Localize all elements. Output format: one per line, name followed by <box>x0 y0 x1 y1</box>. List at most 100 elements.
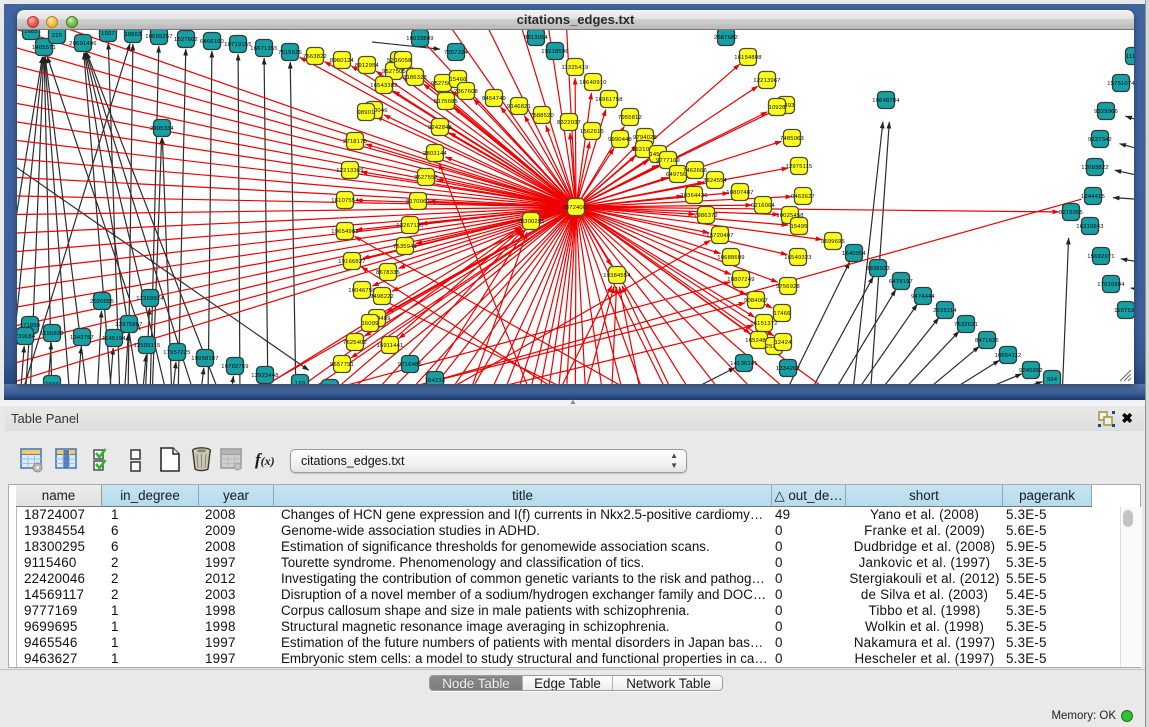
svg-text:6216064: 6216064 <box>751 203 776 209</box>
svg-text:10688609: 10688609 <box>717 255 744 261</box>
svg-text:8960124: 8960124 <box>330 58 355 64</box>
svg-text:16058: 16058 <box>394 58 411 64</box>
svg-text:7663822: 7663822 <box>303 54 327 60</box>
svg-text:2905334: 2905334 <box>150 126 175 132</box>
svg-text:1562615: 1562615 <box>580 129 604 135</box>
svg-text:129: 129 <box>295 381 305 384</box>
svg-text:17016504: 17016504 <box>1097 282 1125 288</box>
svg-text:19218596: 19218596 <box>541 49 568 55</box>
svg-text:1943: 1943 <box>45 382 59 384</box>
svg-text:18640910: 18640910 <box>579 80 606 86</box>
svg-text:12505115: 12505115 <box>134 343 161 349</box>
svg-text:19384554: 19384554 <box>603 273 631 279</box>
svg-text:16033809: 16033809 <box>406 36 433 42</box>
svg-text:17466: 17466 <box>773 311 790 317</box>
svg-text:11325419: 11325419 <box>562 65 589 71</box>
svg-text:8471626: 8471626 <box>975 338 999 344</box>
svg-text:5175685: 5175685 <box>434 99 458 105</box>
svg-text:7462666: 7462666 <box>683 168 707 174</box>
svg-text:12424: 12424 <box>774 340 792 346</box>
svg-text:18807249: 18807249 <box>727 277 754 283</box>
svg-text:9084067: 9084067 <box>744 298 768 304</box>
svg-text:19958187: 19958187 <box>191 356 218 362</box>
svg-text:7535941: 7535941 <box>393 244 417 250</box>
svg-text:1244415: 1244415 <box>1081 194 1105 200</box>
svg-text:16099: 16099 <box>361 321 378 327</box>
svg-text:10655257: 10655257 <box>145 34 172 40</box>
svg-text:12093822: 12093822 <box>1081 165 1108 171</box>
svg-text:10654112: 10654112 <box>995 353 1022 359</box>
svg-text:7485063: 7485063 <box>780 136 804 142</box>
svg-text:16961758: 16961758 <box>595 97 622 103</box>
svg-text:7632621: 7632621 <box>954 322 978 328</box>
svg-text:16210643: 16210643 <box>1076 224 1103 230</box>
svg-text:8454749: 8454749 <box>482 96 506 102</box>
svg-text:2935114: 2935114 <box>933 308 957 314</box>
svg-text:1342757: 1342757 <box>70 335 94 341</box>
svg-text:3824554: 3824554 <box>703 178 728 184</box>
svg-text:10928: 10928 <box>768 105 785 111</box>
svg-text:9699695: 9699695 <box>821 239 845 245</box>
svg-text:8322037: 8322037 <box>557 120 581 126</box>
svg-text:9329966: 9329966 <box>1094 109 1118 115</box>
svg-text:9777169: 9777169 <box>656 158 680 164</box>
svg-text:2687682: 2687682 <box>714 35 738 41</box>
svg-text:9463627: 9463627 <box>791 194 815 200</box>
svg-text:1685: 1685 <box>24 30 38 35</box>
svg-text:18300295: 18300295 <box>517 219 544 225</box>
svg-text:9990448: 9990448 <box>608 137 632 143</box>
svg-text:7515526: 7515526 <box>278 50 302 56</box>
svg-text:9474444: 9474444 <box>911 294 936 300</box>
svg-text:8678335: 8678335 <box>376 270 400 276</box>
svg-text:15495: 15495 <box>790 224 807 230</box>
svg-text:15751074: 15751074 <box>1107 81 1134 87</box>
svg-text:1527602: 1527602 <box>174 37 198 43</box>
svg-text:10648784: 10648784 <box>872 98 900 104</box>
svg-text:1167533: 1167533 <box>1114 308 1134 314</box>
svg-text:16543382: 16543382 <box>370 83 397 89</box>
svg-text:9245652: 9245652 <box>1019 368 1043 374</box>
svg-text:2020655: 2020655 <box>90 299 114 305</box>
svg-text:10807487: 10807487 <box>726 190 753 196</box>
svg-text:9716485: 9716485 <box>398 362 422 368</box>
svg-text:14136141: 14136141 <box>730 361 757 367</box>
svg-text:9242848: 9242848 <box>428 125 452 131</box>
svg-text:13267130: 13267130 <box>396 223 423 229</box>
svg-text:739184: 739184 <box>17 334 36 340</box>
svg-text:16154808: 16154808 <box>734 55 761 61</box>
svg-text:12213967: 12213967 <box>753 78 780 84</box>
svg-text:3627552: 3627552 <box>414 175 438 181</box>
svg-text:11123: 11123 <box>1126 54 1134 60</box>
svg-text:6466160: 6466160 <box>200 39 224 45</box>
svg-text:10719155: 10719155 <box>224 42 251 48</box>
svg-text:16107554: 16107554 <box>331 198 359 204</box>
svg-text:19166827: 19166827 <box>338 259 365 265</box>
svg-text:1937: 1937 <box>101 31 115 37</box>
svg-text:8186328: 8186328 <box>403 75 427 81</box>
svg-text:8215955: 8215955 <box>1059 210 1083 216</box>
svg-text:1640954: 1640954 <box>842 251 867 257</box>
svg-text:7625402: 7625402 <box>343 340 367 346</box>
svg-text:16671355: 16671355 <box>250 46 277 52</box>
svg-text:12975115: 12975115 <box>786 164 813 170</box>
svg-text:7588520: 7588520 <box>530 113 554 119</box>
svg-text:10653: 10653 <box>124 32 141 38</box>
svg-text:19654983: 19654983 <box>331 229 358 235</box>
svg-text:17957225: 17957225 <box>163 350 190 356</box>
svg-text:12923448: 12923448 <box>251 373 278 379</box>
svg-text:16151372: 16151372 <box>750 321 777 327</box>
svg-text:9146821: 9146821 <box>507 104 531 110</box>
svg-text:16911441: 16911441 <box>377 343 404 349</box>
svg-text:17359924: 17359924 <box>136 296 164 302</box>
svg-text:16782759: 16782759 <box>221 364 248 370</box>
svg-text:6479197: 6479197 <box>889 279 913 285</box>
svg-text:215: 215 <box>52 33 62 39</box>
svg-text:7955812: 7955812 <box>618 115 642 121</box>
svg-text:8170061: 8170061 <box>406 199 430 205</box>
svg-text:98901: 98901 <box>357 110 374 116</box>
svg-text:8813054: 8813054 <box>524 35 549 41</box>
svg-text:20691406: 20691406 <box>69 41 96 47</box>
svg-text:18724007: 18724007 <box>562 205 589 211</box>
svg-text:12213369: 12213369 <box>336 168 363 174</box>
svg-text:9657791: 9657791 <box>330 362 354 368</box>
